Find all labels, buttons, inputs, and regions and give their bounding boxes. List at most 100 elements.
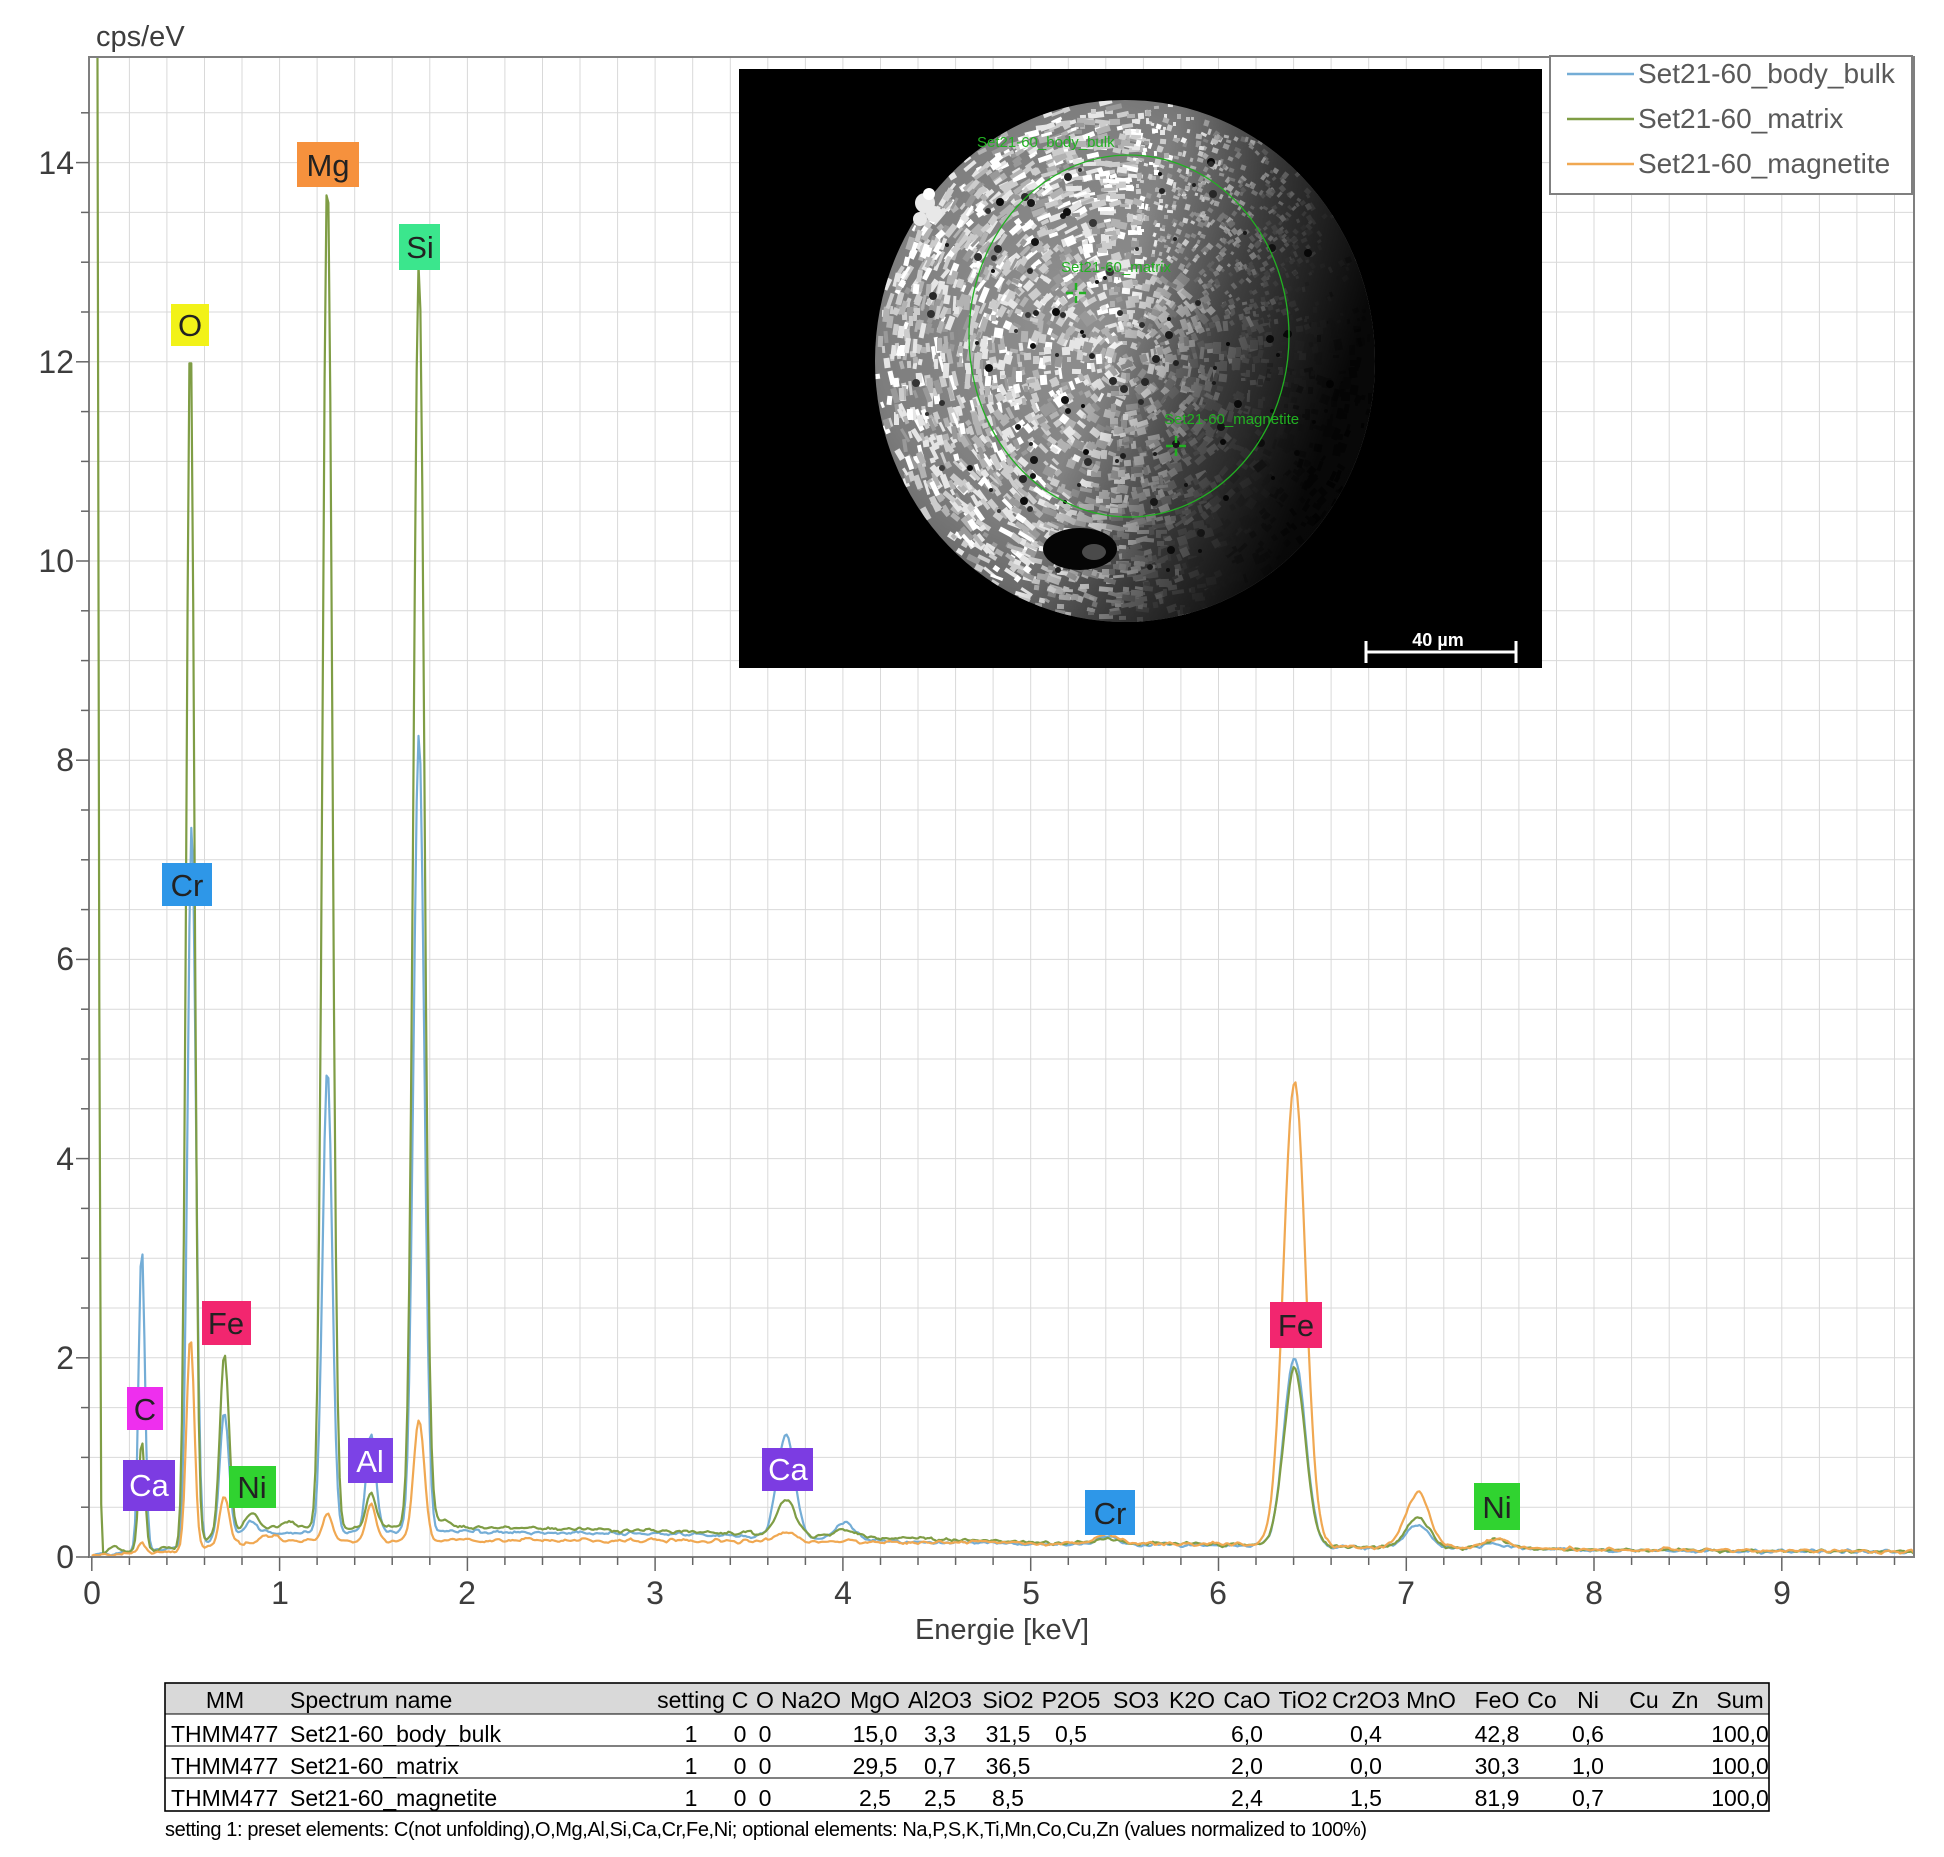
svg-text:1: 1 [685,1753,698,1779]
svg-text:Set21-60_magnetite: Set21-60_magnetite [1164,411,1299,428]
svg-text:Na2O: Na2O [781,1687,841,1713]
svg-text:P2O5: P2O5 [1042,1687,1101,1713]
svg-text:8: 8 [56,742,74,778]
svg-text:Fe: Fe [1278,1308,1314,1343]
svg-text:4: 4 [56,1141,74,1177]
svg-text:K2O: K2O [1169,1687,1215,1713]
svg-text:MnO: MnO [1406,1687,1456,1713]
svg-text:4: 4 [834,1575,852,1611]
svg-text:1,5: 1,5 [1350,1785,1382,1811]
svg-text:Cu: Cu [1629,1687,1658,1713]
svg-text:2,0: 2,0 [1231,1753,1263,1779]
svg-text:Cr2O3: Cr2O3 [1332,1687,1400,1713]
svg-text:SiO2: SiO2 [982,1687,1033,1713]
svg-text:8: 8 [1585,1575,1603,1611]
svg-text:1: 1 [271,1575,289,1611]
svg-text:O: O [756,1687,774,1713]
svg-text:9: 9 [1773,1575,1791,1611]
svg-text:C: C [134,1392,156,1427]
svg-text:Ni: Ni [1577,1687,1599,1713]
svg-text:THMM477: THMM477 [171,1721,278,1747]
svg-text:CaO: CaO [1223,1687,1270,1713]
svg-text:THMM477: THMM477 [171,1785,278,1811]
svg-text:Set21-60_matrix: Set21-60_matrix [1061,259,1172,276]
svg-text:3,3: 3,3 [924,1721,956,1747]
svg-text:Cr: Cr [1094,1496,1127,1531]
svg-text:2,5: 2,5 [859,1785,891,1811]
svg-text:Set21-60_body_bulk: Set21-60_body_bulk [977,134,1115,151]
svg-text:0: 0 [734,1785,747,1811]
svg-text:setting 1: preset elements: C(: setting 1: preset elements: C(not unfold… [165,1819,1367,1841]
svg-text:Cr: Cr [171,868,204,903]
svg-text:Ca: Ca [768,1452,808,1487]
svg-text:42,8: 42,8 [1475,1721,1520,1747]
svg-text:THMM477: THMM477 [171,1753,278,1779]
svg-text:7: 7 [1397,1575,1415,1611]
svg-text:Zn: Zn [1672,1687,1699,1713]
svg-text:Set21-60_body_bulk: Set21-60_body_bulk [290,1721,501,1747]
svg-text:31,5: 31,5 [986,1721,1031,1747]
svg-text:Mg: Mg [306,148,349,183]
svg-text:0,5: 0,5 [1055,1721,1087,1747]
svg-text:C: C [732,1687,749,1713]
svg-text:cps/eV: cps/eV [96,21,185,53]
svg-text:2,5: 2,5 [924,1785,956,1811]
svg-text:2: 2 [56,1340,74,1376]
svg-text:0,4: 0,4 [1350,1721,1382,1747]
svg-text:setting: setting [657,1687,725,1713]
svg-text:0: 0 [734,1753,747,1779]
svg-text:36,5: 36,5 [986,1753,1031,1779]
svg-text:0,7: 0,7 [1572,1785,1604,1811]
svg-text:0,7: 0,7 [924,1753,956,1779]
svg-text:Fe: Fe [208,1306,244,1341]
svg-text:Set21-60_magnetite: Set21-60_magnetite [1638,148,1890,179]
svg-text:Ni: Ni [1482,1490,1511,1525]
svg-text:8,5: 8,5 [992,1785,1024,1811]
svg-text:Set21-60_matrix: Set21-60_matrix [1638,103,1843,134]
svg-text:Ni: Ni [237,1470,266,1505]
svg-text:100,0: 100,0 [1711,1753,1769,1779]
svg-text:0: 0 [759,1785,772,1811]
svg-text:0: 0 [759,1721,772,1747]
svg-text:0,6: 0,6 [1572,1721,1604,1747]
svg-text:100,0: 100,0 [1711,1785,1769,1811]
svg-text:Al: Al [356,1444,384,1479]
svg-text:Set21-60_body_bulk: Set21-60_body_bulk [1638,58,1896,89]
svg-text:Si: Si [406,230,434,265]
svg-text:Al2O3: Al2O3 [908,1687,972,1713]
svg-text:TiO2: TiO2 [1279,1687,1328,1713]
svg-text:40 µm: 40 µm [1412,630,1463,650]
svg-text:81,9: 81,9 [1475,1785,1520,1811]
svg-text:15,0: 15,0 [853,1721,898,1747]
svg-text:Set21-60_magnetite: Set21-60_magnetite [290,1785,497,1811]
svg-text:0,0: 0,0 [1350,1753,1382,1779]
svg-text:Spectrum name: Spectrum name [290,1687,452,1713]
svg-text:1: 1 [685,1785,698,1811]
svg-text:MM: MM [206,1687,244,1713]
svg-text:5: 5 [1022,1575,1040,1611]
svg-text:Sum: Sum [1716,1687,1763,1713]
svg-text:Ca: Ca [129,1468,169,1503]
svg-text:Set21-60_matrix: Set21-60_matrix [290,1753,459,1779]
svg-text:O: O [178,308,202,343]
svg-text:0: 0 [56,1539,74,1575]
svg-text:0: 0 [83,1575,101,1611]
svg-text:0: 0 [734,1721,747,1747]
svg-text:0: 0 [759,1753,772,1779]
svg-text:Energie [keV]: Energie [keV] [915,1614,1089,1646]
svg-text:6,0: 6,0 [1231,1721,1263,1747]
svg-text:3: 3 [646,1575,664,1611]
svg-text:10: 10 [38,543,74,579]
svg-text:2,4: 2,4 [1231,1785,1263,1811]
svg-text:6: 6 [56,941,74,977]
svg-text:1: 1 [685,1721,698,1747]
svg-text:1,0: 1,0 [1572,1753,1604,1779]
svg-text:MgO: MgO [850,1687,900,1713]
svg-text:14: 14 [38,145,74,181]
svg-text:29,5: 29,5 [853,1753,898,1779]
svg-text:100,0: 100,0 [1711,1721,1769,1747]
svg-text:2: 2 [458,1575,476,1611]
svg-text:30,3: 30,3 [1475,1753,1520,1779]
svg-text:SO3: SO3 [1113,1687,1159,1713]
svg-text:FeO: FeO [1475,1687,1520,1713]
